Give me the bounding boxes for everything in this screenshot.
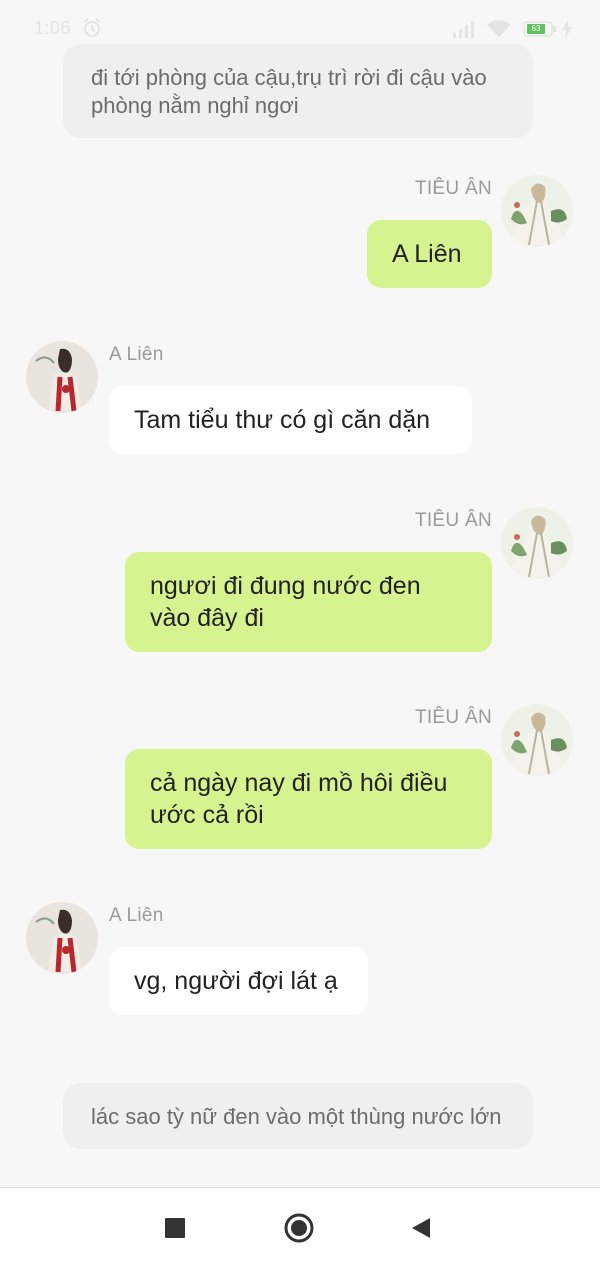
narration-block: đi tới phòng của cậu,trụ trì rời đi cậu … [63,44,533,138]
recents-square-icon[interactable] [159,1212,191,1244]
alarm-icon [82,18,102,38]
chat-screen: 1:06 63 đi tới phòng của cậu,trụ trì rời… [0,0,600,1267]
sender-name: A Liên [109,905,164,926]
signal-icon [452,20,478,38]
message-bubble-other[interactable]: Tam tiểu thư có gì căn dặn [109,386,472,454]
sender-name: A Liên [109,344,164,365]
avatar-tieu-an[interactable] [501,507,573,579]
message-bubble-mine[interactable]: A Liên [367,220,492,288]
avatar-tieu-an[interactable] [501,175,573,247]
message-bubble-other[interactable]: vg, người đợi lát ạ [109,947,368,1015]
status-time: 1:06 [34,18,72,38]
avatar-tieu-an[interactable] [501,704,573,776]
wifi-icon [486,19,512,39]
sender-name: TIÊU ÂN [414,510,492,531]
navigation-bar [0,1187,600,1267]
charge-icon [562,20,572,38]
battery-level: 63 [527,24,545,34]
avatar-a-lien[interactable] [26,902,98,974]
message-bubble-mine[interactable]: cả ngày nay đi mồ hôi điều ước cả rồi [125,749,492,849]
home-circle-icon[interactable] [283,1212,315,1244]
sender-name: TIÊU ÂN [414,707,492,728]
back-triangle-icon[interactable] [405,1212,437,1244]
avatar-a-lien[interactable] [26,341,98,413]
message-bubble-mine[interactable]: ngươi đi đung nước đen vào đây đi [125,552,492,652]
sender-name: TIÊU ÂN [414,178,492,199]
narration-block: lác sao tỳ nữ đen vào một thùng nước lớn [63,1083,533,1149]
